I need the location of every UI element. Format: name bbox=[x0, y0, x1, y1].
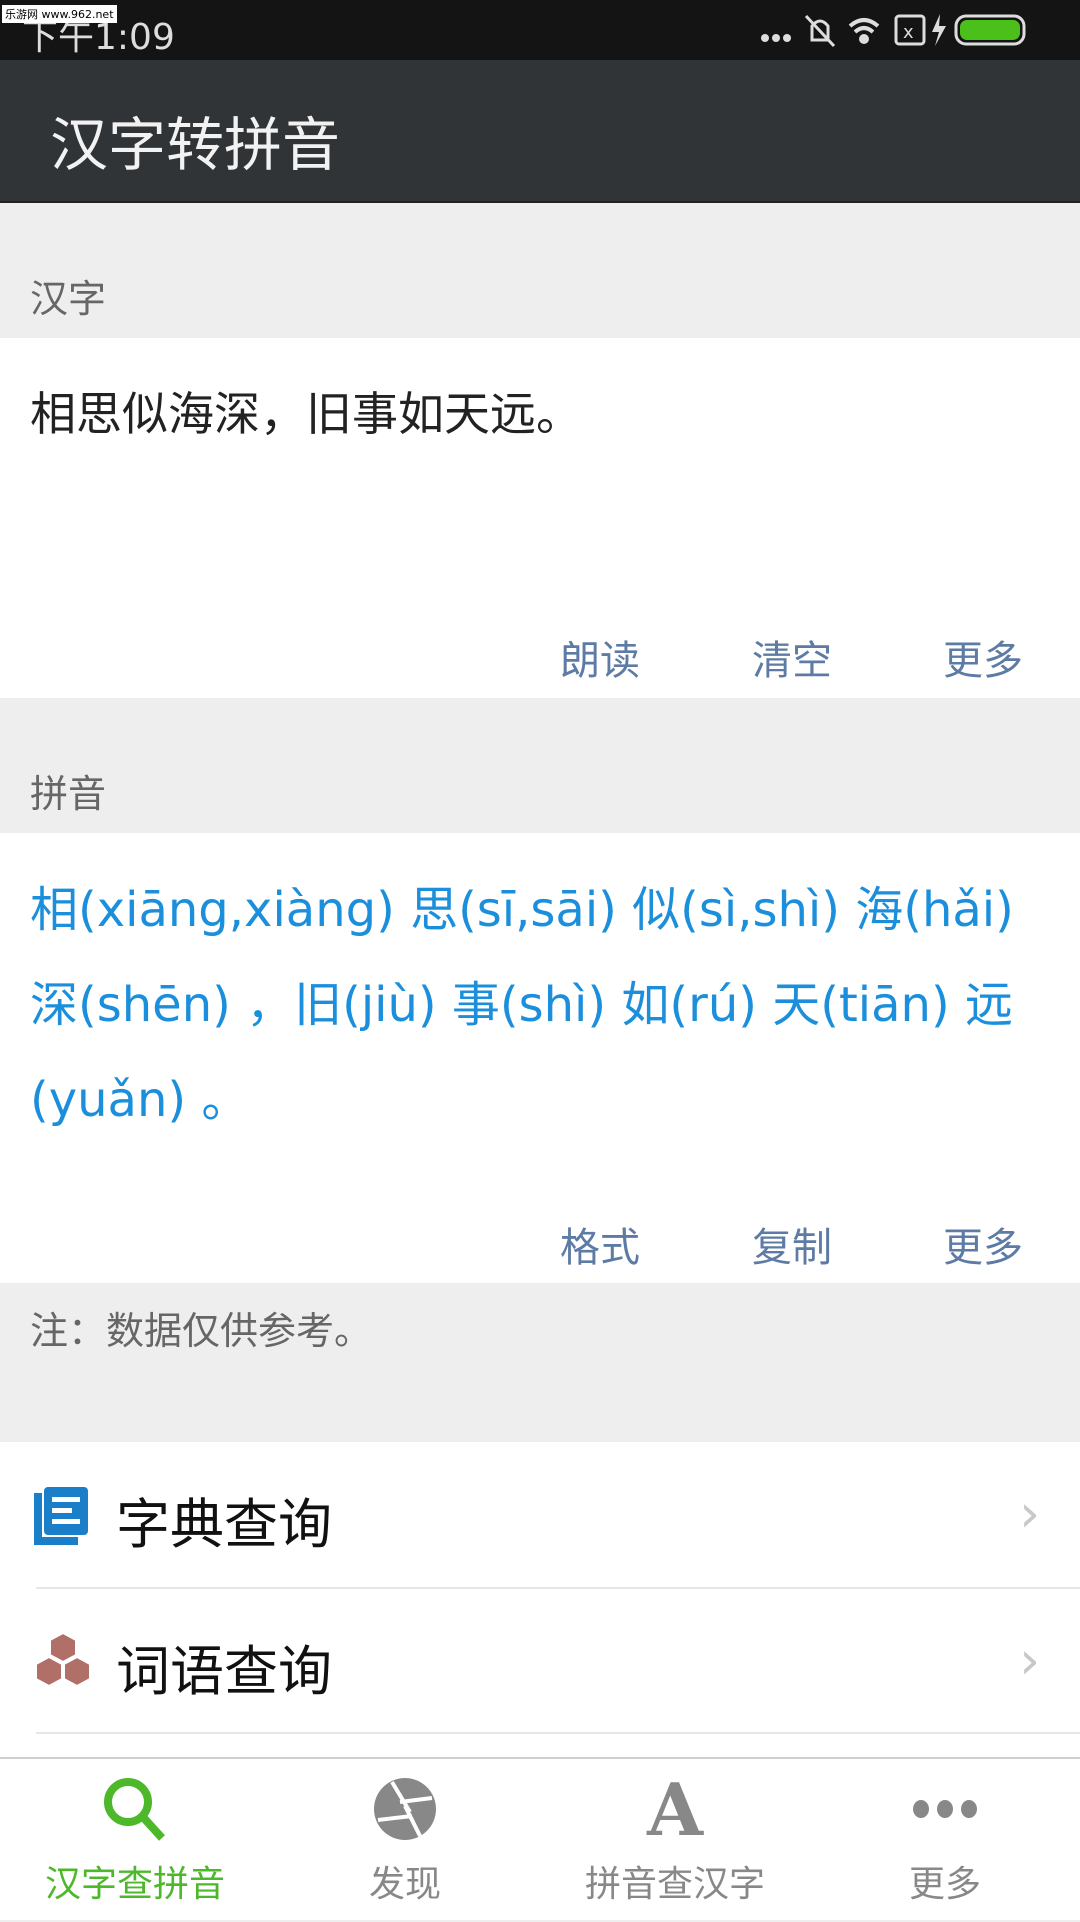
tab-more[interactable]: 更多 bbox=[810, 1759, 1080, 1922]
chevron-right-icon: › bbox=[1019, 1631, 1040, 1691]
search-icon bbox=[104, 1778, 165, 1841]
bottom-nav: 汉字查拼音 发现 A 拼音查汉字 更多 bbox=[0, 1757, 1080, 1920]
aperture-icon bbox=[374, 1778, 436, 1840]
copy-button[interactable]: 复制 bbox=[752, 1215, 832, 1273]
list-item-label: 词语查询 bbox=[116, 1640, 332, 1703]
hanzi-more-button[interactable]: 更多 bbox=[943, 628, 1023, 686]
list-item-label: 字典查询 bbox=[116, 1493, 332, 1556]
watermark: 乐游网 www.962.net bbox=[2, 5, 117, 23]
pinyin-more-button[interactable]: 更多 bbox=[943, 1215, 1023, 1273]
format-button[interactable]: 格式 bbox=[560, 1215, 640, 1273]
list-item-words[interactable]: 词语查询 › bbox=[0, 1589, 1080, 1734]
clear-button[interactable]: 清空 bbox=[752, 628, 832, 686]
pinyin-result: 相(xiāng,xiàng) 思(sī,sāi) 似(sì,shì) 海(hǎi… bbox=[30, 882, 1014, 1128]
cubes-icon bbox=[35, 1631, 91, 1687]
chevron-right-icon: › bbox=[1019, 1484, 1040, 1544]
tab-discover[interactable]: 发现 bbox=[270, 1759, 540, 1922]
hanzi-input[interactable]: 相思似海深，旧事如天远。 bbox=[30, 378, 1050, 444]
status-bar: 下午1:09 乐游网 www.962.net x bbox=[0, 0, 1080, 60]
app-bar: 汉字转拼音 bbox=[0, 60, 1080, 203]
more-dots-icon bbox=[913, 1800, 977, 1818]
tab-label: 更多 bbox=[908, 1864, 981, 1905]
tab-label: 汉字查拼音 bbox=[44, 1864, 225, 1905]
tab-label: 发现 bbox=[368, 1864, 441, 1905]
query-list: 字典查询 › 词语查询 › bbox=[0, 1442, 1080, 1757]
no-sim-icon: x bbox=[894, 14, 926, 46]
pinyin-section-label: 拼音 bbox=[30, 772, 107, 816]
hanzi-section-label: 汉字 bbox=[30, 277, 107, 321]
svg-text:x: x bbox=[903, 22, 914, 43]
pinyin-panel: 相(xiāng,xiàng) 思(sī,sāi) 似(sì,shì) 海(hǎi… bbox=[0, 833, 1080, 1283]
read-aloud-button[interactable]: 朗读 bbox=[560, 628, 640, 686]
list-item-dictionary[interactable]: 字典查询 › bbox=[0, 1442, 1080, 1587]
tab-hanzi-to-pinyin[interactable]: 汉字查拼音 bbox=[0, 1759, 270, 1922]
more-dots-icon bbox=[761, 34, 791, 42]
tab-label: 拼音查汉字 bbox=[584, 1864, 765, 1905]
vibrate-off-icon bbox=[804, 14, 836, 48]
divider bbox=[36, 1732, 1080, 1734]
app-title: 汉字转拼音 bbox=[50, 111, 341, 179]
battery-icon bbox=[960, 20, 1020, 40]
dictionary-book-icon bbox=[34, 1487, 88, 1545]
status-icons: x bbox=[761, 14, 1026, 48]
tab-pinyin-to-hanzi[interactable]: A 拼音查汉字 bbox=[540, 1759, 810, 1922]
charging-icon bbox=[932, 14, 946, 46]
wifi-icon bbox=[848, 18, 880, 44]
note-text: 注：数据仅供参考。 bbox=[30, 1309, 373, 1353]
letter-a-icon: A bbox=[647, 1766, 703, 1852]
hanzi-panel: 相思似海深，旧事如天远。 朗读 清空 更多 bbox=[0, 338, 1080, 698]
